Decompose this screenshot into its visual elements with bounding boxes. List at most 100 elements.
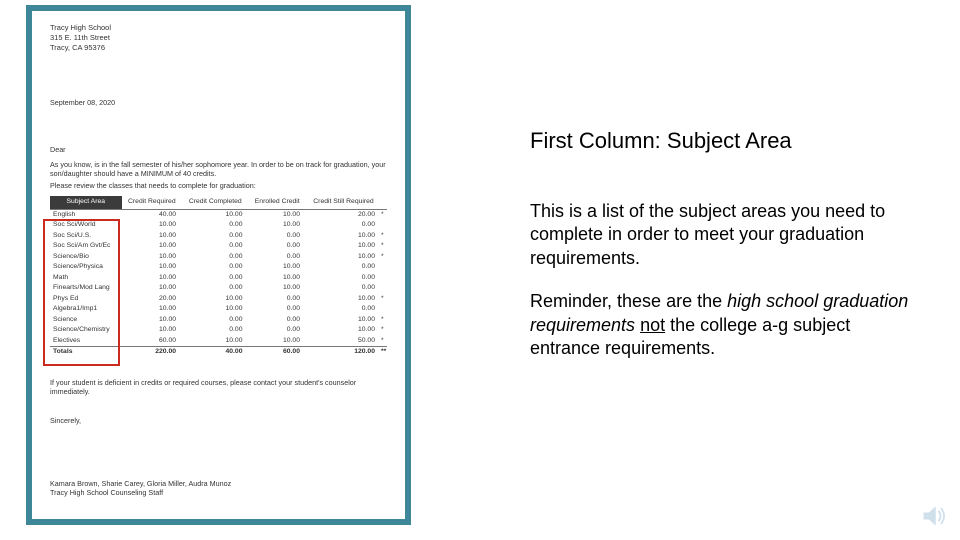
cell-required: 10.00 [122,315,182,325]
staff-line1: Kamara Brown, Sharie Carey, Gloria Mille… [50,479,387,488]
cell-required: 10.00 [122,273,182,283]
intro-text: As you know, is in the fall semester of … [50,160,387,190]
cell-required: 10.00 [122,252,182,262]
credit-table: Subject Area Credit Required Credit Comp… [50,196,387,357]
cell-completed: 0.00 [182,241,248,251]
cell-still: 10.00 [306,315,381,325]
cell-still: 10.00 [306,294,381,304]
cell-enrolled: 0.00 [248,315,306,325]
intro-p2: Please review the classes that needs to … [50,181,387,190]
cell-completed: 10.00 [182,304,248,314]
cell-enrolled: 10.00 [248,262,306,272]
cell-subject: Science/Physica [50,262,122,272]
cell-enrolled: 0.00 [248,252,306,262]
totals-still: 120.00 [306,347,381,358]
cell-completed: 0.00 [182,315,248,325]
cell-completed: 0.00 [182,325,248,335]
cell-star: * [381,241,387,251]
col-completed: Credit Completed [182,196,248,209]
cell-subject: Finearts/Mod Lang [50,283,122,293]
cell-required: 10.00 [122,325,182,335]
report-page: Tracy High School 315 E. 11th Street Tra… [32,11,405,509]
cell-star [381,283,387,293]
col-subject: Subject Area [50,196,122,209]
explain-title: First Column: Subject Area [530,128,910,154]
cell-enrolled: 0.00 [248,304,306,314]
cell-subject: Science [50,315,122,325]
cell-required: 10.00 [122,262,182,272]
cell-still: 0.00 [306,262,381,272]
cell-still: 0.00 [306,220,381,230]
intro-p1: As you know, is in the fall semester of … [50,160,387,178]
cell-star [381,220,387,230]
cell-star: * [381,252,387,262]
table-row: Phys Ed20.0010.000.0010.00* [50,294,387,304]
cell-still: 0.00 [306,304,381,314]
cell-required: 10.00 [122,231,182,241]
cell-completed: 10.00 [182,209,248,220]
cell-required: 10.00 [122,241,182,251]
totals-row: Totals 220.00 40.00 60.00 120.00 ** [50,347,387,358]
cell-still: 50.00 [306,336,381,347]
cell-completed: 10.00 [182,336,248,347]
cell-enrolled: 10.00 [248,273,306,283]
cell-completed: 0.00 [182,273,248,283]
cell-subject: Soc Sci/Am Gvt/Ec [50,241,122,251]
audio-icon [920,502,948,530]
staff-line2: Tracy High School Counseling Staff [50,488,387,497]
cell-completed: 0.00 [182,262,248,272]
report-date: September 08, 2020 [50,98,387,107]
cell-subject: Algebra1/Imp1 [50,304,122,314]
cell-star: * [381,336,387,347]
cell-completed: 0.00 [182,252,248,262]
cell-enrolled: 10.00 [248,220,306,230]
cell-still: 0.00 [306,283,381,293]
cell-subject: Phys Ed [50,294,122,304]
cell-still: 10.00 [306,325,381,335]
cell-subject: Science/Chemistry [50,325,122,335]
col-enrolled: Enrolled Credit [248,196,306,209]
cell-required: 40.00 [122,209,182,220]
cell-still: 0.00 [306,273,381,283]
cell-enrolled: 0.00 [248,325,306,335]
cell-required: 20.00 [122,294,182,304]
cell-still: 10.00 [306,252,381,262]
totals-label: Totals [50,347,122,358]
cell-star: * [381,315,387,325]
totals-star: ** [381,347,387,358]
totals-enrolled: 60.00 [248,347,306,358]
cell-enrolled: 10.00 [248,209,306,220]
cell-enrolled: 0.00 [248,294,306,304]
salutation: Dear [50,145,387,154]
cell-subject: Math [50,273,122,283]
table-row: Soc Sci/U.S.10.000.000.0010.00* [50,231,387,241]
cell-star: * [381,294,387,304]
cell-required: 10.00 [122,283,182,293]
closing: Sincerely, [50,416,387,425]
org-line1: Tracy High School [50,23,387,33]
cell-enrolled: 0.00 [248,231,306,241]
cell-star [381,304,387,314]
cell-star [381,262,387,272]
table-row: Algebra1/Imp110.0010.000.000.00 [50,304,387,314]
table-row: Soc Sci/World10.000.0010.000.00 [50,220,387,230]
org-line2: 315 E. 11th Street [50,33,387,43]
col-required: Credit Required [122,196,182,209]
org-line3: Tracy, CA 95376 [50,43,387,53]
staff-block: Kamara Brown, Sharie Carey, Gloria Mille… [50,479,387,497]
cell-required: 10.00 [122,304,182,314]
cell-required: 60.00 [122,336,182,347]
cell-enrolled: 0.00 [248,241,306,251]
cell-completed: 0.00 [182,283,248,293]
cell-still: 10.00 [306,241,381,251]
report-thumbnail: Tracy High School 315 E. 11th Street Tra… [26,5,411,525]
table-row: English40.0010.0010.0020.00* [50,209,387,220]
table-row: Science10.000.000.0010.00* [50,315,387,325]
table-row: Science/Physica10.000.0010.000.00 [50,262,387,272]
table-row: Science/Bio10.000.000.0010.00* [50,252,387,262]
slide: Tracy High School 315 E. 11th Street Tra… [0,0,960,540]
cell-star [381,273,387,283]
table-row: Math10.000.0010.000.00 [50,273,387,283]
totals-completed: 40.00 [182,347,248,358]
table-row: Finearts/Mod Lang10.000.0010.000.00 [50,283,387,293]
